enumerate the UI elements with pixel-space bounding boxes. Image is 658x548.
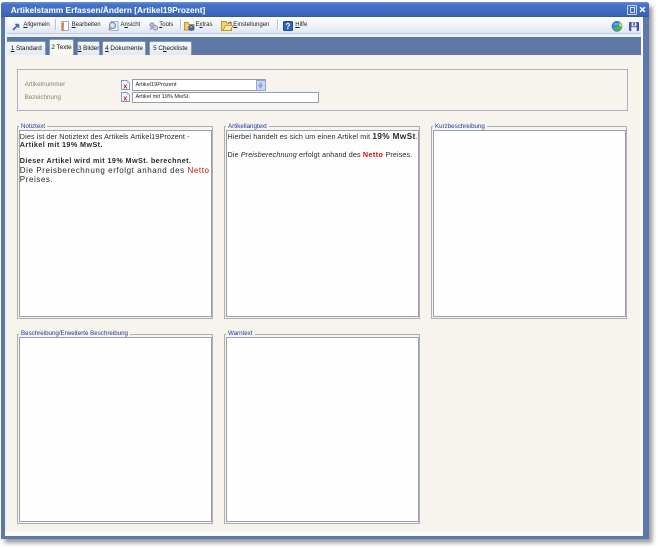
- svg-text:x: x: [124, 83, 128, 90]
- svg-text:x: x: [124, 96, 128, 103]
- svg-text:?: ?: [286, 22, 291, 31]
